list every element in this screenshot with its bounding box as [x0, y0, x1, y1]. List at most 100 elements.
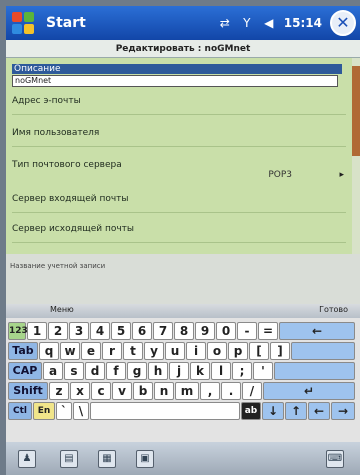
person-icon[interactable]: ♟ — [18, 450, 36, 468]
key-semicolon[interactable]: ; — [232, 362, 252, 380]
key-comma[interactable]: , — [200, 382, 220, 400]
key-left-bracket[interactable]: [ — [249, 342, 269, 360]
language-key[interactable]: En — [33, 402, 55, 420]
soft-keyboard: 123 1 2 3 4 5 6 7 8 9 0 - = ← Tab q w e … — [6, 318, 360, 442]
mail-server-type-label: Тип почтового сервера — [12, 160, 122, 170]
key-p[interactable]: p — [228, 342, 248, 360]
key-2[interactable]: 2 — [48, 322, 68, 340]
description-field[interactable]: Описание noGMnet — [12, 64, 342, 87]
title-bar: Start ⇄ Y ◀ 15:14 ✕ — [6, 6, 360, 40]
username-label: Имя пользователя — [12, 128, 100, 138]
arrow-up-key[interactable]: ↑ — [285, 402, 307, 420]
email-address-label: Адрес э-почты — [12, 96, 81, 106]
key-t[interactable]: t — [123, 342, 143, 360]
description-input[interactable]: noGMnet — [12, 75, 338, 87]
key-blank[interactable] — [274, 362, 355, 380]
description-label: Описание — [12, 64, 342, 74]
key-blank[interactable] — [291, 342, 355, 360]
key-n[interactable]: n — [154, 382, 174, 400]
key-y[interactable]: y — [144, 342, 164, 360]
key-8[interactable]: 8 — [174, 322, 194, 340]
key-0[interactable]: 0 — [216, 322, 236, 340]
contacts-icon[interactable]: ▣ — [136, 450, 154, 468]
key-m[interactable]: m — [175, 382, 199, 400]
divider — [12, 146, 346, 147]
key-d[interactable]: d — [85, 362, 105, 380]
calendar-icon[interactable]: ▦ — [98, 450, 116, 468]
key-a[interactable]: a — [43, 362, 63, 380]
folder-icon[interactable]: ▤ — [60, 450, 78, 468]
key-g[interactable]: g — [127, 362, 147, 380]
key-9[interactable]: 9 — [195, 322, 215, 340]
key-k[interactable]: k — [190, 362, 210, 380]
connectivity-icon[interactable]: ⇄ — [218, 16, 232, 30]
outgoing-server-field[interactable]: Сервер исходящей почты — [12, 224, 342, 234]
key-e[interactable]: e — [81, 342, 101, 360]
key-i[interactable]: i — [186, 342, 206, 360]
key-backtick[interactable]: ` — [56, 402, 72, 420]
key-h[interactable]: h — [148, 362, 168, 380]
field-hint: Название учетной записи — [6, 254, 360, 304]
key-123[interactable]: 123 — [8, 322, 28, 340]
email-address-field[interactable]: Адрес э-почты — [12, 96, 342, 106]
key-equals[interactable]: = — [258, 322, 278, 340]
divider — [12, 212, 346, 213]
windows-start-icon[interactable] — [10, 9, 38, 37]
key-f[interactable]: f — [106, 362, 126, 380]
start-menu-title[interactable]: Start — [46, 15, 218, 31]
key-b[interactable]: b — [133, 382, 153, 400]
form-scrollbar[interactable] — [352, 58, 360, 254]
alt-layout-key[interactable]: ab — [241, 402, 261, 420]
mail-server-type-field[interactable]: Тип почтового сервера — [12, 160, 342, 170]
mail-server-type-value[interactable]: POP3 — [268, 170, 292, 180]
keyboard-icon[interactable]: ⌨ — [326, 450, 344, 468]
key-slash[interactable]: / — [242, 382, 262, 400]
key-w[interactable]: w — [60, 342, 80, 360]
shift-key[interactable]: Shift — [8, 382, 48, 400]
enter-key[interactable]: ↵ — [263, 382, 355, 400]
key-z[interactable]: z — [49, 382, 69, 400]
caps-lock-key[interactable]: CAP — [8, 362, 42, 380]
key-6[interactable]: 6 — [132, 322, 152, 340]
close-button[interactable]: ✕ — [330, 10, 356, 36]
space-bar[interactable] — [90, 402, 240, 420]
key-3[interactable]: 3 — [69, 322, 89, 340]
signal-icon[interactable]: Y — [240, 16, 254, 30]
system-tray: ⇄ Y ◀ 15:14 ✕ — [218, 10, 356, 36]
key-r[interactable]: r — [102, 342, 122, 360]
key-quote[interactable]: ' — [253, 362, 273, 380]
key-period[interactable]: . — [221, 382, 241, 400]
scroll-thumb[interactable] — [352, 66, 360, 156]
key-backslash[interactable]: \ — [73, 402, 89, 420]
key-o[interactable]: o — [207, 342, 227, 360]
menu-softkey[interactable]: Меню — [50, 305, 74, 314]
key-4[interactable]: 4 — [90, 322, 110, 340]
outgoing-server-label: Сервер исходящей почты — [12, 224, 134, 234]
key-c[interactable]: c — [91, 382, 111, 400]
arrow-down-key[interactable]: ↓ — [262, 402, 284, 420]
key-x[interactable]: x — [70, 382, 90, 400]
ctrl-key[interactable]: Ctl — [8, 402, 32, 420]
key-l[interactable]: l — [211, 362, 231, 380]
key-1[interactable]: 1 — [27, 322, 47, 340]
dropdown-arrow-icon[interactable]: ▸ — [339, 170, 344, 180]
incoming-server-label: Сервер входящей почты — [12, 194, 129, 204]
clock[interactable]: 15:14 — [284, 16, 322, 30]
backspace-key[interactable]: ← — [279, 322, 355, 340]
incoming-server-field[interactable]: Сервер входящей почты — [12, 194, 342, 204]
username-field[interactable]: Имя пользователя — [12, 128, 342, 138]
key-s[interactable]: s — [64, 362, 84, 380]
key-q[interactable]: q — [39, 342, 59, 360]
key-u[interactable]: u — [165, 342, 185, 360]
key-7[interactable]: 7 — [153, 322, 173, 340]
key-j[interactable]: j — [169, 362, 189, 380]
arrow-right-key[interactable]: → — [331, 402, 355, 420]
done-softkey[interactable]: Готово — [319, 305, 348, 314]
speaker-icon[interactable]: ◀ — [262, 16, 276, 30]
key-5[interactable]: 5 — [111, 322, 131, 340]
key-minus[interactable]: - — [237, 322, 257, 340]
arrow-left-key[interactable]: ← — [308, 402, 330, 420]
key-v[interactable]: v — [112, 382, 132, 400]
key-right-bracket[interactable]: ] — [270, 342, 290, 360]
tab-key[interactable]: Tab — [8, 342, 38, 360]
